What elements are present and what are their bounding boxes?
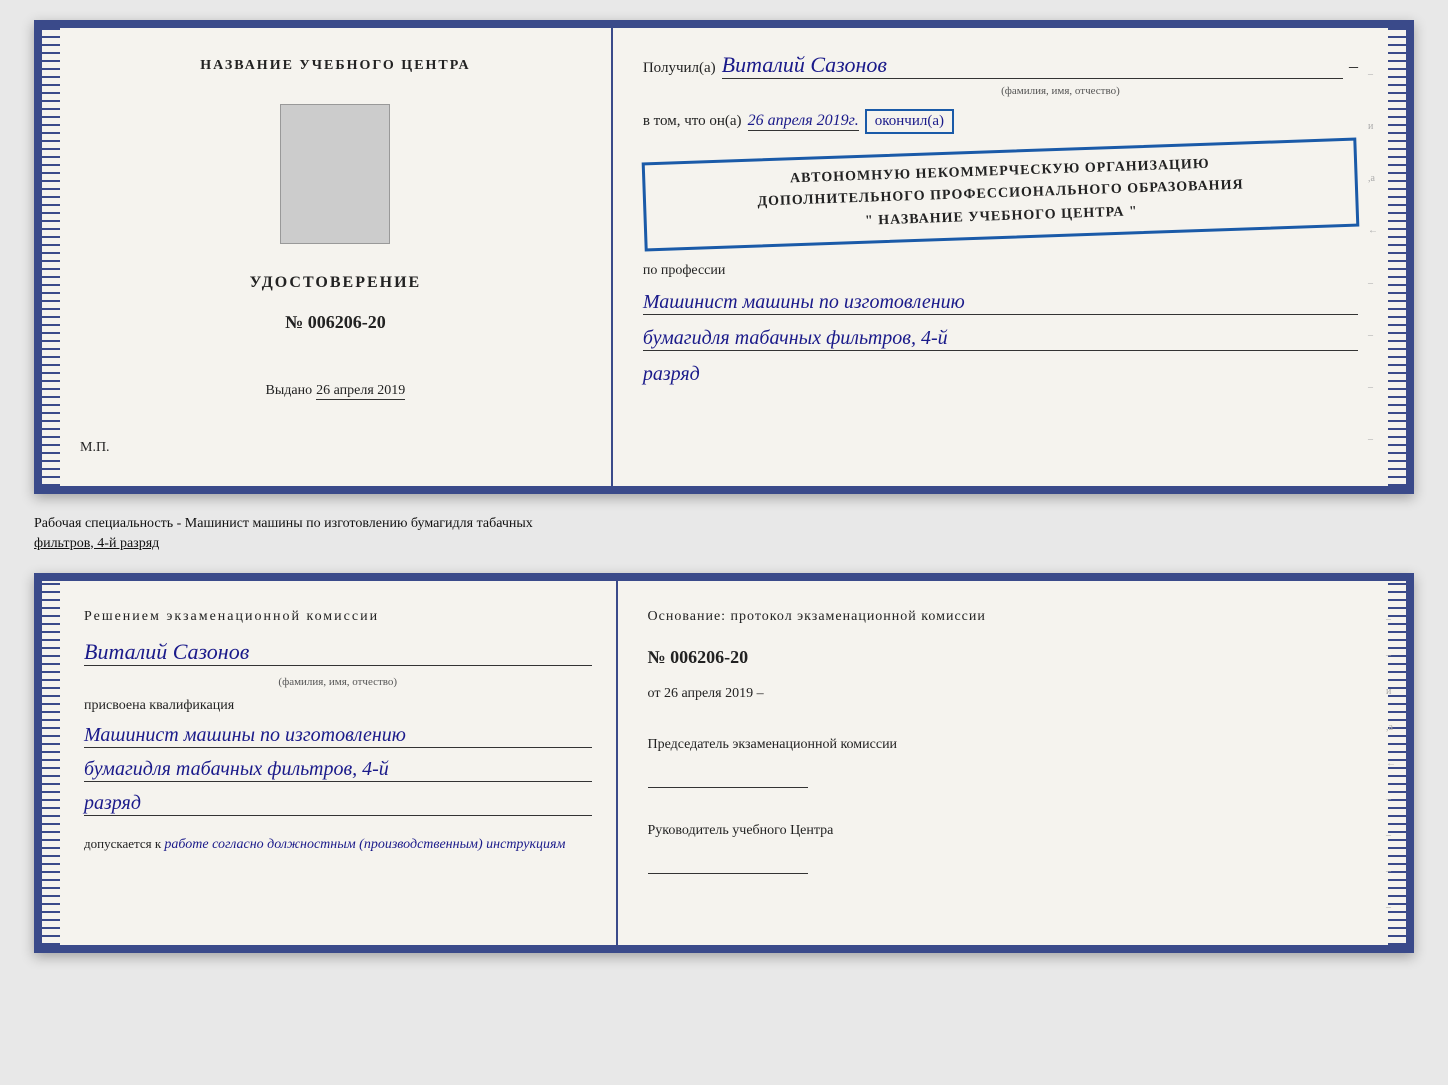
bottom-right-edge-decoration: ––и,а←–––– — [1386, 601, 1396, 925]
protocol-date-value: 26 апреля 2019 — [664, 686, 753, 701]
description-text2: фильтров, 4-й разряд — [34, 536, 159, 551]
training-center-title: НАЗВАНИЕ УЧЕБНОГО ЦЕНТРА — [200, 58, 470, 74]
right-edge-decoration: –и,а←–––– — [1368, 48, 1378, 466]
description-block: Рабочая специальность - Машинист машины … — [34, 510, 1414, 557]
recipient-dash: – — [1349, 56, 1358, 77]
bottom-right-page: Основание: протокол экзаменационной коми… — [618, 581, 1389, 945]
profession-label: по профессии — [643, 263, 1358, 279]
admitted-line: допускается к работе согласно должностны… — [84, 836, 592, 853]
protocol-number: № 006206-20 — [648, 647, 1359, 668]
org-block: АВТОНОМНУЮ НЕКОММЕРЧЕСКУЮ ОРГАНИЗАЦИЮ ДО… — [641, 138, 1359, 252]
qualification-label: присвоена квалификация — [84, 698, 592, 714]
fio-label-bottom: (фамилия, имя, отчество) — [84, 676, 592, 688]
in-that-label: в том, что он(а) — [643, 113, 742, 130]
admitted-label: допускается к — [84, 836, 161, 851]
person-name-bottom: Виталий Сазонов — [84, 639, 592, 666]
admitted-value: работе согласно должностным (производств… — [164, 837, 565, 852]
cert-left-page: НАЗВАНИЕ УЧЕБНОГО ЦЕНТРА УДОСТОВЕРЕНИЕ №… — [60, 28, 613, 486]
cert-type-label: УДОСТОВЕРЕНИЕ — [250, 274, 422, 292]
completion-date: 26 апреля 2019г. — [748, 112, 859, 131]
recipient-name: Виталий Сазонов — [722, 52, 1343, 79]
bottom-left-page: Решением экзаменационной комиссии Витали… — [60, 581, 618, 945]
profession-line2: бумагидля табачных фильтров, 4-й — [643, 327, 1358, 351]
finished-label: окончил(а) — [865, 109, 954, 134]
basis-label: Основание: протокол экзаменационной коми… — [648, 609, 1359, 625]
issued-line: Выдано 26 апреля 2019 — [266, 383, 406, 400]
chairman-signature-line — [648, 787, 808, 788]
profession-line3: разряд — [643, 363, 1358, 386]
cert-right-page: Получил(а) Виталий Сазонов – (фамилия, и… — [613, 28, 1388, 486]
texture-left — [42, 28, 60, 486]
description-text1: Рабочая специальность - Машинист машины … — [34, 516, 533, 531]
protocol-date-prefix: от — [648, 686, 661, 701]
texture-right — [1388, 28, 1406, 486]
top-booklet: НАЗВАНИЕ УЧЕБНОГО ЦЕНТРА УДОСТОВЕРЕНИЕ №… — [34, 20, 1414, 494]
received-label: Получил(а) — [643, 60, 716, 77]
issued-date: 26 апреля 2019 — [316, 383, 405, 400]
cert-number: № 006206-20 — [285, 312, 386, 333]
mp-label: М.П. — [80, 440, 110, 456]
fio-subtitle: (фамилия, имя, отчество) — [763, 85, 1358, 97]
decision-title: Решением экзаменационной комиссии — [84, 609, 592, 625]
head-signature-line — [648, 873, 808, 874]
in-that-line: в том, что он(а) 26 апреля 2019г. окончи… — [643, 109, 1358, 134]
issued-label: Выдано — [266, 383, 313, 399]
protocol-dash: – — [757, 686, 764, 701]
bottom-texture-left — [42, 581, 60, 945]
profession-line1: Машинист машины по изготовлению — [643, 291, 1358, 315]
qual-line1: Машинист машины по изготовлению — [84, 724, 592, 748]
recipient-line: Получил(а) Виталий Сазонов – — [643, 52, 1358, 79]
bottom-booklet: Решением экзаменационной комиссии Витали… — [34, 573, 1414, 953]
qual-line2: бумагидля табачных фильтров, 4-й — [84, 758, 592, 782]
photo-placeholder — [280, 104, 390, 244]
protocol-date: от 26 апреля 2019 – — [648, 686, 1359, 702]
chairman-label: Председатель экзаменационной комиссии — [648, 734, 1359, 755]
head-label: Руководитель учебного Центра — [648, 820, 1359, 841]
qual-line3: разряд — [84, 792, 592, 816]
